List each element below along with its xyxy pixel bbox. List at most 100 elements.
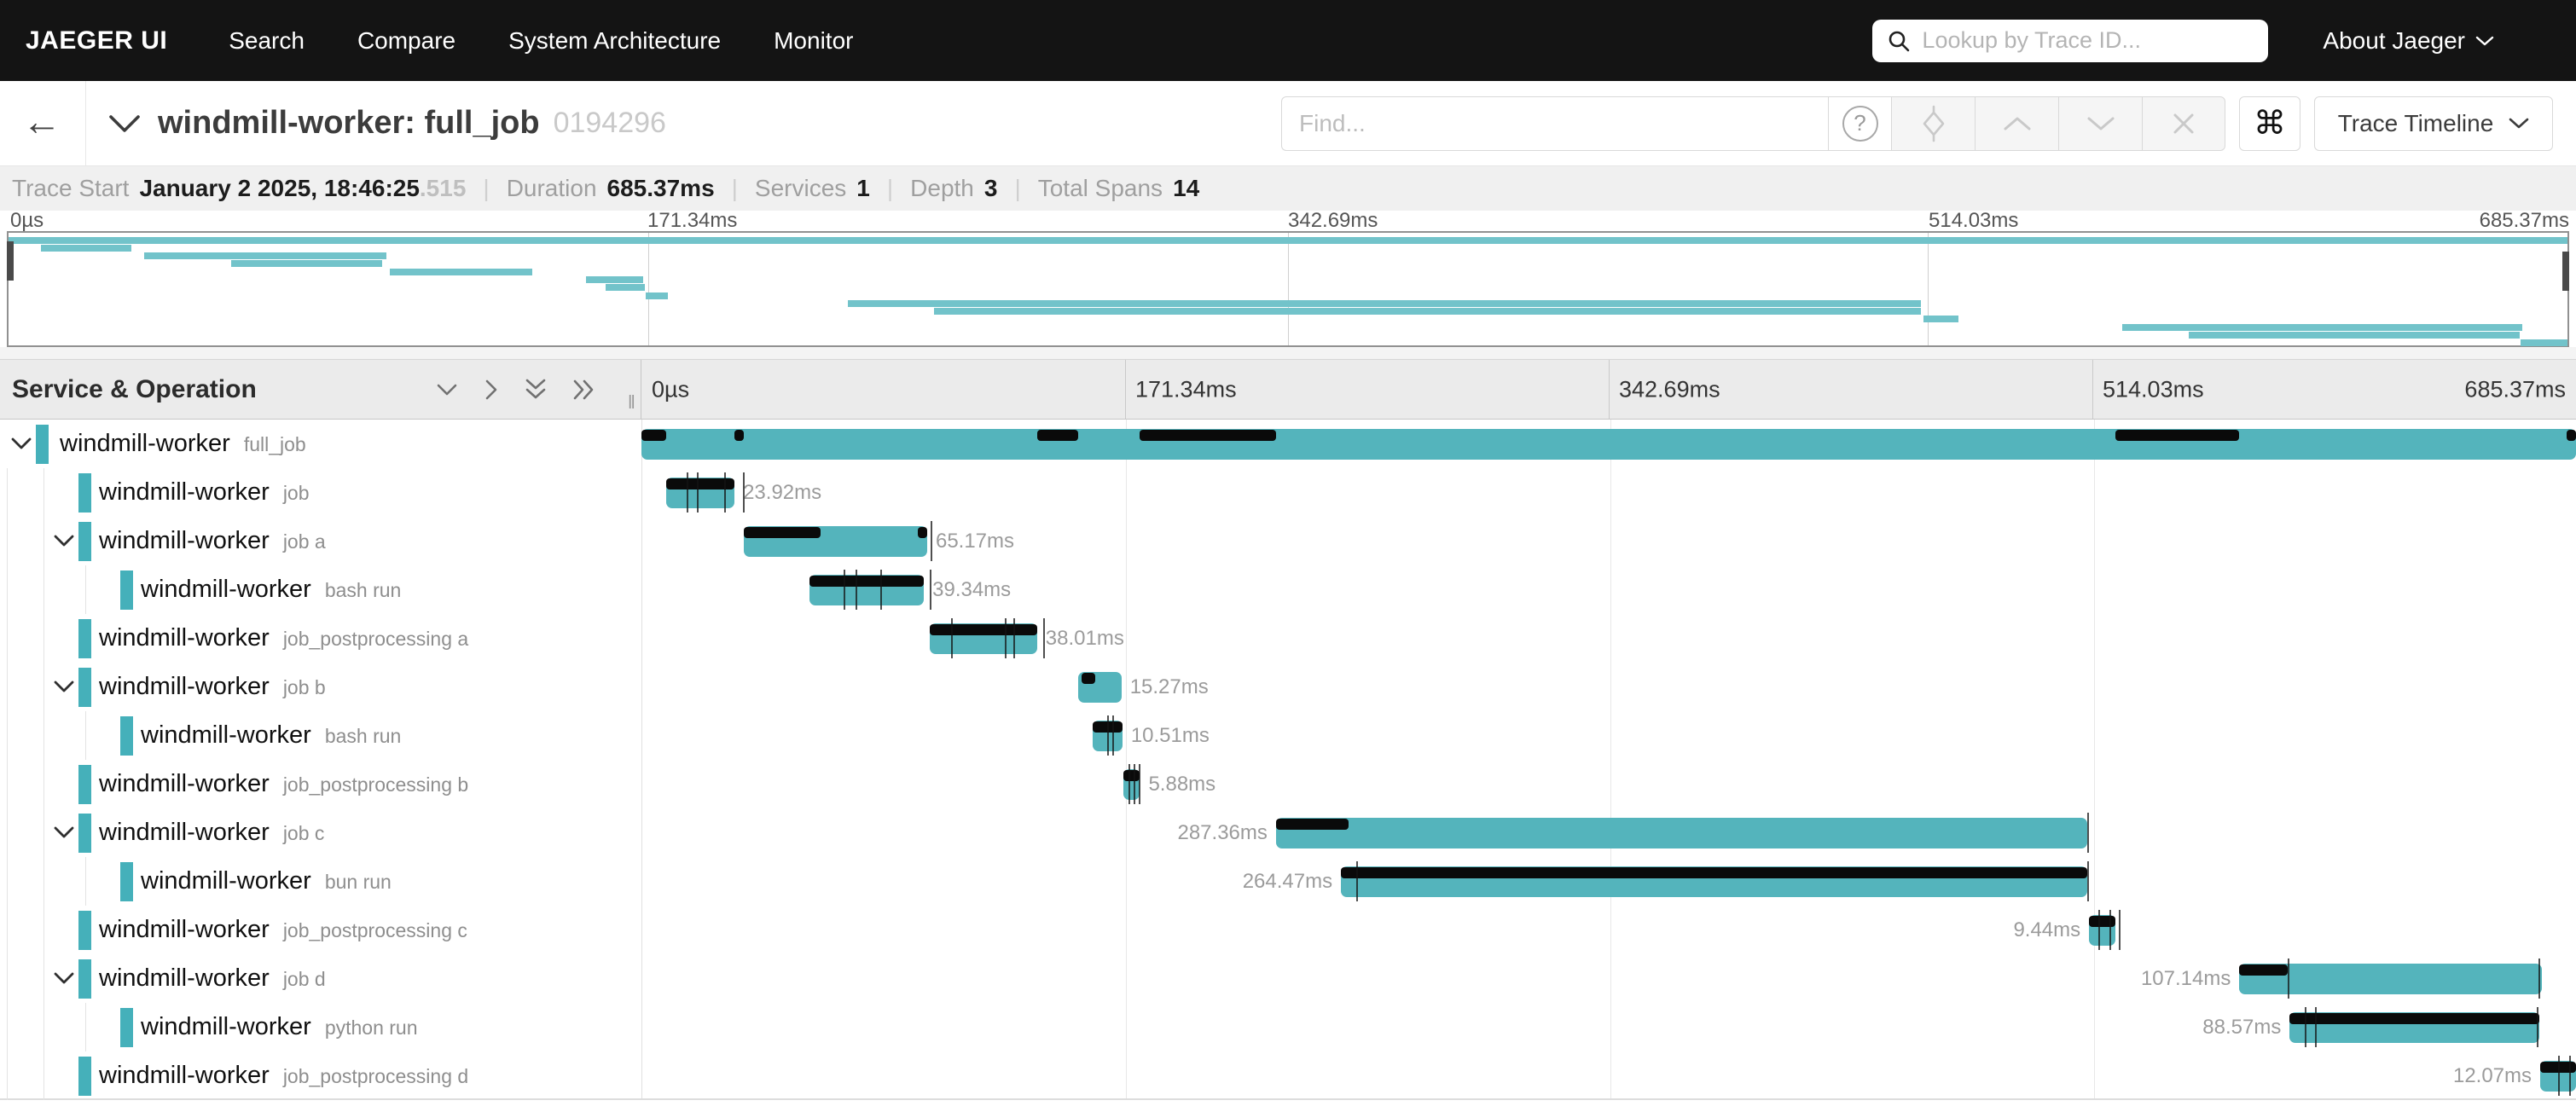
span-name-cell[interactable]: windmill-workerjob d <box>0 954 641 1003</box>
critical-path-segment <box>809 576 924 587</box>
collapse-trace-caret[interactable] <box>107 113 142 135</box>
span-timeline-cell[interactable]: 39.34ms <box>641 565 2576 614</box>
span-row[interactable]: windmill-workerjob_postprocessing a 38.01… <box>0 614 2576 663</box>
span-name: windmill-workerjob_postprocessing a <box>99 624 468 652</box>
span-row[interactable]: windmill-workerpython run88.57ms <box>0 1003 2576 1051</box>
span-timeline-cell[interactable]: 12.07ms <box>641 1051 2576 1100</box>
span-row[interactable]: windmill-workerjob_postprocessing d12.07… <box>0 1051 2576 1100</box>
span-timeline-cell[interactable]: 10.51ms <box>641 711 2576 760</box>
chevron-down-icon <box>107 113 142 135</box>
indent-guide <box>7 857 8 906</box>
span-row[interactable]: windmill-workerfull_job <box>0 420 2576 468</box>
operation-name: job a <box>283 530 326 553</box>
column-resize-grip[interactable]: ‖ <box>628 391 637 414</box>
span-row[interactable]: windmill-workerjob c287.36ms <box>0 808 2576 857</box>
span-timeline-cell[interactable]: 15.27ms <box>641 663 2576 711</box>
span-row[interactable]: windmill-workerbash run10.51ms <box>0 711 2576 760</box>
span-name-cell[interactable]: windmill-workerjob a <box>0 517 641 565</box>
span-row[interactable]: windmill-workerjob a65.17ms <box>0 517 2576 565</box>
span-row[interactable]: windmill-workerjob d107.14ms <box>0 954 2576 1003</box>
trace-id-search[interactable] <box>1872 20 2268 62</box>
minimap-span-bar <box>586 276 643 283</box>
nav-link-search[interactable]: Search <box>229 27 305 55</box>
span-bar[interactable] <box>1276 818 2087 848</box>
span-row[interactable]: windmill-workerjob 23.92ms <box>0 468 2576 517</box>
minimap-left-scrubber[interactable] <box>7 241 14 281</box>
trace-minimap[interactable] <box>7 231 2569 347</box>
span-name-cell[interactable]: windmill-workerjob c <box>0 808 641 857</box>
span-row[interactable]: windmill-workerbash run 39.34ms <box>0 565 2576 614</box>
meta-separator: | <box>887 175 893 202</box>
find-help-button[interactable]: ? <box>1828 96 1891 151</box>
service-name: windmill-worker <box>141 576 311 604</box>
minimap-right-scrubber[interactable] <box>2562 252 2569 291</box>
span-row[interactable]: windmill-workerjob b15.27ms <box>0 663 2576 711</box>
span-name-cell[interactable]: windmill-workerbash run <box>0 565 641 614</box>
ruler-tick-label: 342.69ms <box>1288 209 1378 233</box>
span-timeline-cell[interactable]: 264.47ms <box>641 857 2576 906</box>
span-timeline-cell[interactable]: 38.01ms <box>641 614 2576 663</box>
span-timeline-cell[interactable]: 287.36ms <box>641 808 2576 857</box>
nav-link-system-architecture[interactable]: System Architecture <box>508 27 721 55</box>
minimap-span-row <box>9 332 2567 339</box>
span-name-cell[interactable]: windmill-workerbash run <box>0 711 641 760</box>
clear-find-button[interactable] <box>2142 96 2225 151</box>
minimap-span-bar <box>144 252 386 259</box>
span-log-tick <box>1005 618 1007 658</box>
span-name-cell[interactable]: windmill-workerjob_postprocessing a <box>0 614 641 663</box>
span-name-cell[interactable]: windmill-workerjob b <box>0 663 641 711</box>
keyboard-shortcuts-button[interactable]: ⌘ <box>2239 96 2300 151</box>
find-input[interactable] <box>1281 96 1828 151</box>
prev-match-button[interactable] <box>1975 96 2058 151</box>
span-timeline-cell[interactable]: 65.17ms <box>641 517 2576 565</box>
span-name-cell[interactable]: windmill-workerjob_postprocessing c <box>0 906 641 954</box>
minimap-span-row <box>9 236 2567 244</box>
span-timeline-cell[interactable]: 9.44ms <box>641 906 2576 954</box>
span-timeline-cell[interactable]: 107.14ms <box>641 954 2576 1003</box>
span-name-cell[interactable]: windmill-workerpython run <box>0 1003 641 1051</box>
span-collapse-caret[interactable] <box>10 437 32 451</box>
span-bar[interactable] <box>641 429 2576 460</box>
span-timeline-cell[interactable] <box>641 420 2576 468</box>
nav-link-monitor[interactable]: Monitor <box>774 27 853 55</box>
nav-link-compare[interactable]: Compare <box>357 27 455 55</box>
span-name-cell[interactable]: windmill-workerjob_postprocessing b <box>0 760 641 808</box>
expand-all-icon[interactable] <box>571 378 597 402</box>
trace-id-search-input[interactable] <box>1922 27 2254 54</box>
service-color-bar <box>120 570 133 610</box>
span-row[interactable]: windmill-workerjob_postprocessing b5.88m… <box>0 760 2576 808</box>
critical-path-segment <box>744 527 821 538</box>
critical-path-segment <box>734 430 744 441</box>
trace-view-selector[interactable]: Trace Timeline <box>2314 96 2553 151</box>
span-log-tick <box>1128 764 1130 804</box>
operation-name: bash run <box>325 725 402 748</box>
service-color-bar <box>120 862 133 901</box>
expand-one-icon[interactable] <box>483 378 500 402</box>
span-row[interactable]: windmill-workerbun run264.47ms <box>0 857 2576 906</box>
span-collapse-caret[interactable] <box>53 971 75 986</box>
span-log-tick <box>1043 618 1045 658</box>
span-name-cell[interactable]: windmill-workerfull_job <box>0 420 641 468</box>
span-name-cell[interactable]: windmill-workerbun run <box>0 857 641 906</box>
span-duration-label: 23.92ms <box>743 481 821 505</box>
about-jaeger-menu[interactable]: About Jaeger <box>2323 27 2494 55</box>
span-name-cell[interactable]: windmill-workerjob_postprocessing d <box>0 1051 641 1100</box>
span-collapse-caret[interactable] <box>53 680 75 694</box>
span-timeline-cell[interactable]: 88.57ms <box>641 1003 2576 1051</box>
span-timeline-cell[interactable]: 23.92ms <box>641 468 2576 517</box>
span-row[interactable]: windmill-workerjob_postprocessing c9.44m… <box>0 906 2576 954</box>
span-collapse-caret[interactable] <box>53 534 75 548</box>
span-name-cell[interactable]: windmill-workerjob <box>0 468 641 517</box>
next-match-button[interactable] <box>2058 96 2142 151</box>
span-collapse-caret[interactable] <box>53 825 75 840</box>
back-button[interactable]: ← <box>22 101 61 141</box>
critical-path-segment <box>1341 867 2087 878</box>
span-name: windmill-workerbash run <box>141 576 401 604</box>
span-log-tick <box>1356 861 1358 901</box>
span-timeline-cell[interactable]: 5.88ms <box>641 760 2576 808</box>
focus-span-button[interactable] <box>1891 96 1975 151</box>
minimap-span-bar <box>2122 324 2522 331</box>
collapse-all-icon[interactable] <box>435 381 459 398</box>
collapse-deep-icon[interactable] <box>524 377 548 403</box>
jaeger-logo[interactable]: JAEGER UI <box>26 26 167 55</box>
